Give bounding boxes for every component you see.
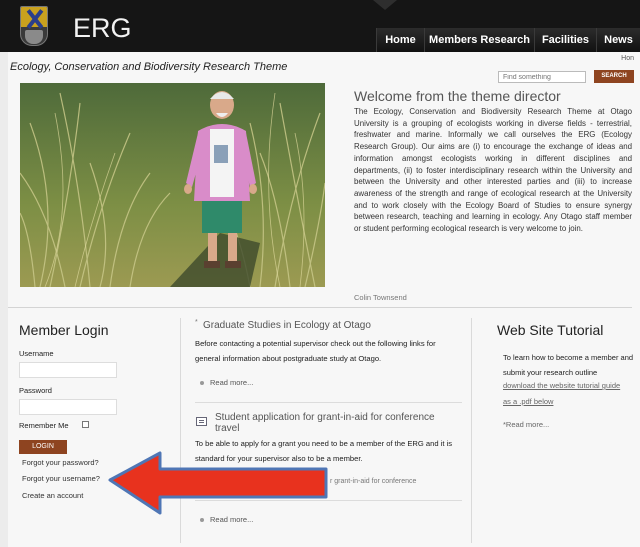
annotation-arrow-icon [108,451,328,515]
feature-star-icon: * [195,319,198,326]
login-button[interactable]: LOGIN [19,440,67,454]
welcome-text: The Ecology, Conservation and Biodiversi… [354,107,632,234]
create-account-link[interactable]: Create an account [22,491,83,500]
grant-application-link[interactable]: r grant-in-aid for conference [330,478,416,485]
theme-title: Ecology, Conservation and Biodiversity R… [10,61,288,73]
nav-members-research[interactable]: Members Research [424,28,534,52]
remember-me-checkbox[interactable] [82,421,89,428]
graduate-studies-text: Before contacting a potential supervisor… [195,339,436,363]
tutorial-read-more-link[interactable]: *Read more... [503,420,549,429]
forgot-username-link[interactable]: Forgot your username? [22,474,100,483]
welcome-heading: Welcome from the theme director [354,88,561,104]
graduate-studies-heading[interactable]: Graduate Studies in Ecology at Otago [203,320,371,331]
theme-director-photo [20,83,325,287]
username-label: Username [19,349,54,358]
breadcrumb-home-link[interactable]: Hon [621,55,634,62]
column-divider-right [471,318,472,543]
bullet-icon [200,381,204,386]
site-header: ERG Home Members Research Facilities New… [0,0,640,52]
director-signature: Colin Townsend [354,293,407,302]
grant-application-heading[interactable]: Student application for grant-in-aid for… [215,412,455,434]
password-label: Password [19,386,52,395]
nav-news[interactable]: News [596,28,640,52]
password-field[interactable] [19,399,117,415]
tutorial-download-link[interactable]: download the website tutorial guide [503,381,620,390]
search-button[interactable]: SEARCH [594,70,634,83]
article-separator [195,402,462,403]
university-crest-logo[interactable] [20,6,48,46]
forgot-password-link[interactable]: Forgot your password? [22,458,99,467]
nav-indicator [373,0,397,10]
search-input[interactable] [498,71,586,83]
graduate-read-more-link[interactable]: Read more... [200,378,253,387]
web-site-tutorial-heading: Web Site Tutorial [497,322,604,338]
tutorial-download-link-cont[interactable]: as a .pdf below [503,397,553,406]
tutorial-text: To learn how to become a member and subm… [503,353,634,377]
photo-illustration [20,83,325,287]
section-divider [8,307,632,308]
nav-facilities[interactable]: Facilities [534,28,596,52]
username-field[interactable] [19,362,117,378]
nav-home[interactable]: Home [376,28,424,52]
remember-me-label: Remember Me [19,421,69,430]
document-icon [196,417,207,426]
member-login-heading: Member Login [19,322,109,338]
site-brand[interactable]: ERG [73,13,132,44]
